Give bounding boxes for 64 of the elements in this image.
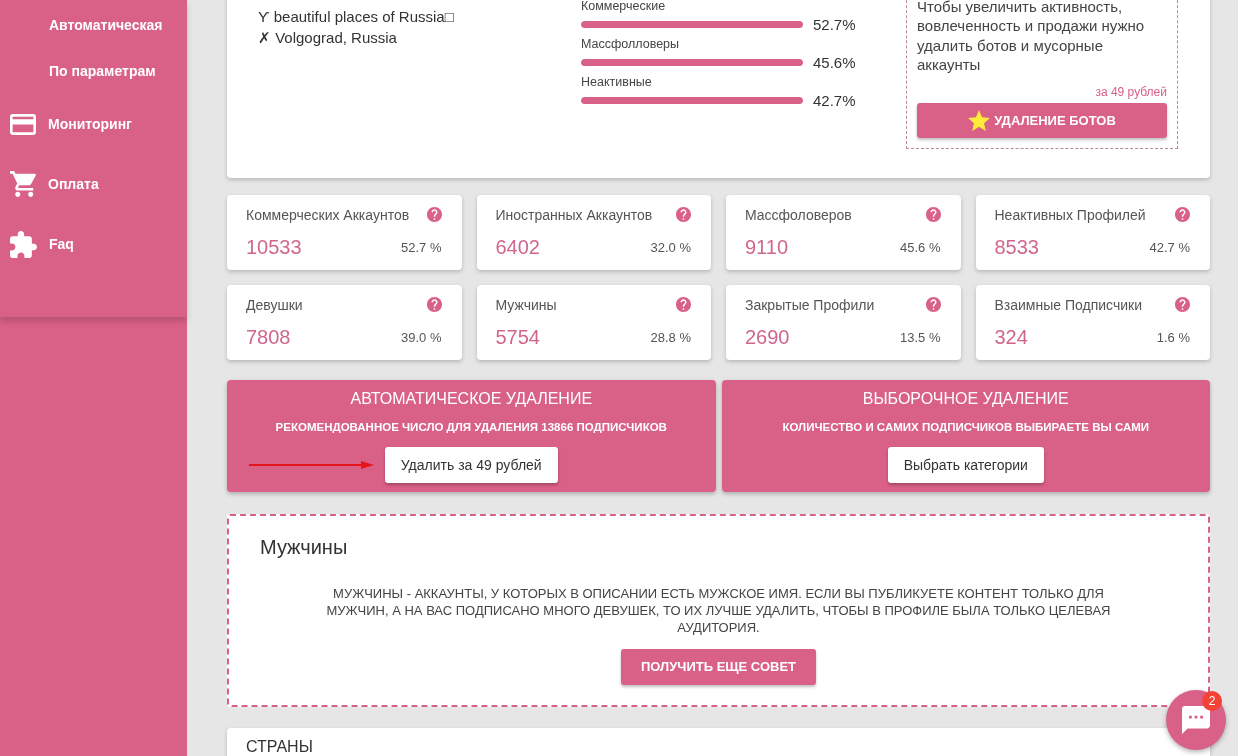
action-button[interactable]: Выбрать категории: [887, 446, 1044, 483]
stat-value: 10533: [246, 236, 302, 260]
action-subtitle: КОЛИЧЕСТВО И САМИХ ПОДПИСЧИКОВ ВЫБИРАЕТЕ ВЫ САМИ: [782, 419, 1150, 434]
action-subtitle: РЕКОМЕНДОВАННОЕ ЧИСЛО ДЛЯ УДАЛЕНИЯ 13866 ПОДПИСЧИКОВ: [275, 419, 667, 434]
stat-value: 8533: [994, 236, 1039, 260]
sidebar-item[interactable]: Faq: [10, 230, 74, 258]
action-button[interactable]: Удалить за 49 рублей: [384, 446, 558, 483]
bar-label: Неактивные: [581, 74, 652, 90]
bar-reading: 45.6%: [813, 53, 856, 71]
action-title: ВЫБОРОЧНОЕ УДАЛЕНИЕ: [862, 388, 1069, 409]
credit-card-icon: [10, 113, 36, 135]
stat-percent: 13.5 %: [900, 330, 941, 346]
stat-percent: 39.0 %: [401, 330, 442, 346]
help-icon[interactable]: [676, 207, 691, 223]
stat-percent: 32.0 %: [650, 240, 691, 256]
profile-bio-line: ✗ Volgograd, Russia: [258, 28, 398, 48]
help-icon[interactable]: [1175, 207, 1190, 223]
stat-label: Коммерческих Аккаунтов: [246, 206, 410, 223]
stat-percent: 42.7 %: [1149, 240, 1190, 256]
bar-label: Коммерческие: [581, 0, 666, 14]
stat-percent: 45.6 %: [900, 240, 941, 256]
stat-value: 6402: [495, 236, 540, 260]
stat-percent: 28.8 %: [650, 330, 691, 346]
stat-percent: 1.6 %: [1156, 330, 1190, 346]
stat-label: Мужчины: [495, 296, 557, 313]
help-icon[interactable]: [925, 207, 941, 223]
profile-bio-line: ϒ beautiful places of Russia□: [258, 7, 455, 27]
stat-value: 2690: [745, 326, 790, 350]
countries-title: СТРАНЫ: [246, 736, 313, 756]
puzzle-icon: [10, 230, 37, 258]
price-text: за 49 рублей: [1095, 83, 1167, 100]
stat-value: 7808: [246, 326, 291, 350]
help-icon[interactable]: [426, 297, 442, 313]
tip-text: МУЖЧИНЫ - АККАУНТЫ, У КОТОРЫХ В ОПИСАНИИ ЕСТЬ МУЖСКОЕ ИМЯ. ЕСЛИ ВЫ ПУБЛИКУЕТЕ КОНТЕНТ ТОЛЬКО ДЛЯ МУЖЧИН, А НА ВАС ПОДПИСАНО МНОГО ДЕВУШЕК, ТО ИХ ЛУЧШЕ УДАЛИТЬ, ЧТОБЫ В ПРОФИЛЕ БЫЛА ТОЛЬКО ЦЕЛЕВАЯ АУДИТОРИЯ.: [325, 584, 1112, 636]
stat-label: Девушки: [246, 296, 303, 313]
sidebar-item[interactable]: Мониторинг: [10, 113, 132, 135]
help-icon[interactable]: [925, 297, 941, 313]
tip-title: Мужчины: [260, 534, 348, 560]
cart-icon: [10, 171, 36, 197]
help-icon[interactable]: [1175, 297, 1190, 313]
stat-percent: 52.7 %: [401, 240, 442, 256]
unread-badge: 2: [1202, 691, 1222, 711]
chat-icon: [1182, 706, 1210, 734]
help-icon[interactable]: [426, 207, 442, 223]
sidebar-item[interactable]: Автоматическая: [49, 17, 163, 33]
bar-reading: 52.7%: [813, 15, 856, 33]
remove-bots-button[interactable]: УДАЛЕНИЕ БОТОВ: [917, 102, 1167, 138]
next-tip-button[interactable]: ПОЛУЧИТЬ ЕЩЕ СОВЕТ: [620, 648, 817, 685]
stat-value: 5754: [495, 326, 540, 350]
stat-label: Закрытые Профили: [745, 296, 875, 313]
action-title: АВТОМАТИЧЕСКОЕ УДАЛЕНИЕ: [350, 388, 593, 409]
sidebar-item[interactable]: По параметрам: [49, 63, 156, 79]
bar-reading: 42.7%: [813, 91, 856, 109]
promo-text: Чтобы увеличить активность, вовлеченность и продажи нужно удалить ботов и мусорные аккаунты: [917, 0, 1146, 75]
stat-label: Массфоловеров: [745, 206, 852, 223]
bar-label: Массфолловеры: [581, 36, 680, 52]
sidebar-item[interactable]: Оплата: [10, 171, 99, 197]
help-icon[interactable]: [676, 297, 691, 313]
stat-value: 324: [994, 326, 1028, 350]
star-icon: [968, 109, 991, 131]
stat-label: Иностранных Аккаунтов: [495, 206, 653, 223]
stat-label: Взаимные Подписчики: [994, 296, 1142, 313]
stat-value: 9110: [745, 236, 788, 260]
stat-label: Неактивных Профилей: [994, 206, 1146, 223]
